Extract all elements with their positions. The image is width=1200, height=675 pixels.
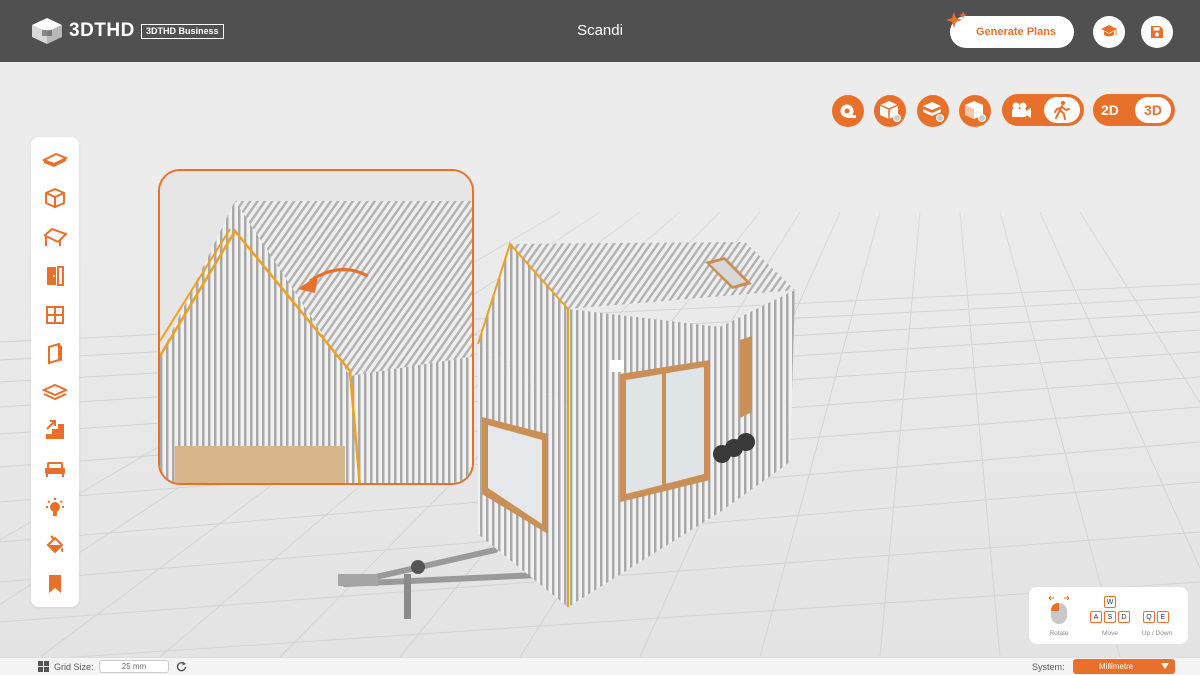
key-w: W (1104, 596, 1116, 608)
measure-tape-icon (840, 104, 856, 118)
move-label: Move (1102, 630, 1118, 637)
graduation-cap-icon (1101, 25, 1117, 37)
bookmark-icon (49, 575, 61, 593)
grid-icon (38, 661, 49, 672)
key-e: E (1157, 611, 1169, 623)
video-camera-icon[interactable] (1010, 100, 1032, 120)
key-s: S (1104, 611, 1116, 623)
mouse-rotate-icon (1048, 595, 1070, 624)
2d-button[interactable]: 2D (1101, 102, 1119, 118)
key-d: D (1118, 611, 1130, 623)
light-bulb-icon (46, 498, 64, 516)
learn-button[interactable] (1093, 16, 1125, 48)
updown-label: Up / Down (1141, 630, 1173, 637)
rotate-label: Rotate (1049, 630, 1069, 637)
corner-view-icon (965, 101, 986, 122)
key-a: A (1090, 611, 1102, 623)
tool-walls[interactable] (40, 183, 70, 213)
door-icon (47, 266, 64, 286)
layers-view-icon (923, 102, 944, 122)
tool-furniture[interactable] (40, 454, 70, 484)
zoom-detail-panel (158, 169, 474, 485)
left-toolbar (31, 137, 79, 607)
sofa-icon (45, 462, 65, 477)
tool-roof[interactable] (40, 222, 70, 252)
generate-plans-button[interactable]: Generate Plans (946, 11, 1074, 48)
controls-help-panel: Rotate W A S D Move Q E Up / Down (1029, 587, 1188, 644)
reset-icon[interactable] (176, 661, 187, 672)
3d-button[interactable]: 3D (1135, 97, 1171, 123)
tool-floor-platform[interactable] (40, 145, 70, 175)
window-icon (46, 306, 64, 324)
dimension-toggle[interactable]: 2D 3D (1093, 94, 1175, 126)
roof-icon (43, 227, 68, 246)
chevron-down-icon (1161, 663, 1169, 669)
walk-mode-button[interactable] (1044, 97, 1080, 123)
stairs-icon (46, 420, 64, 439)
tool-paint[interactable] (40, 531, 70, 561)
tool-lighting[interactable] (40, 493, 70, 523)
unit-system-value: Millimetre (1099, 662, 1134, 671)
view-cube-button[interactable] (874, 95, 906, 127)
floor-platform-icon (42, 152, 68, 167)
viewport-3d[interactable] (0, 62, 1200, 657)
tool-bookmarks[interactable] (40, 569, 70, 599)
layer-floor-icon (42, 383, 68, 401)
grid-size-label: Grid Size: (54, 662, 94, 672)
bottom-status-bar: Grid Size: 25 mm System: Millimetre (0, 657, 1200, 675)
paint-bucket-icon (46, 535, 64, 554)
cube-walls-icon (45, 187, 65, 209)
unit-system-select[interactable]: Millimetre (1073, 659, 1175, 674)
corner-view-button[interactable] (959, 95, 991, 127)
top-bar: 3DTHD 3DTHD Business Scandi Generate Pla… (0, 0, 1200, 62)
tool-floors[interactable] (40, 377, 70, 407)
key-q: Q (1143, 611, 1155, 623)
measure-button[interactable] (832, 95, 864, 127)
save-button[interactable] (1141, 16, 1173, 48)
zoom-detail-render (160, 171, 472, 483)
view-cube-icon (879, 101, 901, 122)
tool-stairs[interactable] (40, 415, 70, 445)
tool-wall-panels[interactable] (40, 338, 70, 368)
wall-panel-icon (48, 342, 62, 364)
tool-windows[interactable] (40, 300, 70, 330)
camera-mode-toggle[interactable] (1002, 94, 1084, 126)
save-disk-icon (1151, 26, 1163, 38)
walking-person-icon (1054, 100, 1070, 120)
system-label: System: (1032, 662, 1065, 672)
grid-size-input[interactable]: 25 mm (99, 660, 169, 673)
sparkle-icon (946, 11, 967, 28)
generate-plans-label: Generate Plans (975, 26, 1057, 38)
tool-doors[interactable] (40, 261, 70, 291)
layers-view-button[interactable] (917, 95, 949, 127)
